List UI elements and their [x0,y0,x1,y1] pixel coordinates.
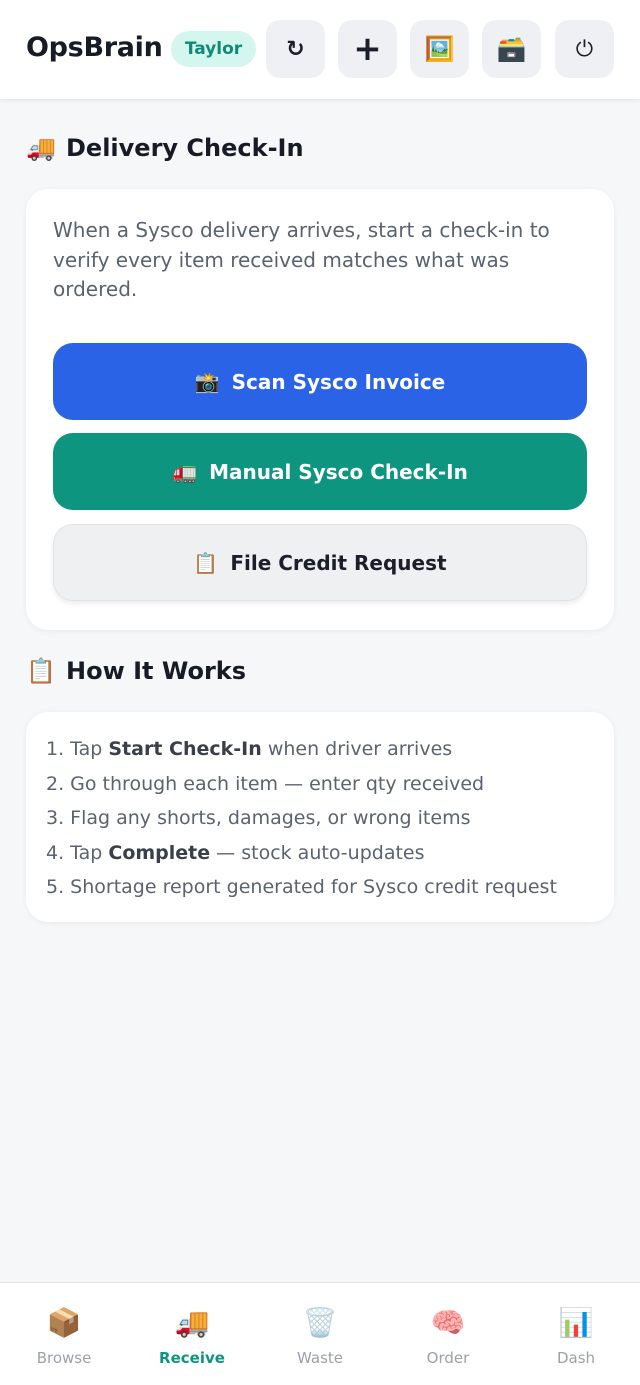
camera-icon: 📸 [194,369,220,394]
how-section-title: 📋 How It Works [26,657,246,685]
refresh-button[interactable]: ↻ [266,20,325,78]
truck-icon: 🚚 [174,1306,210,1339]
step-item: 5. Shortage report generated for Sysco c… [46,876,557,898]
logout-button[interactable]: ⏻ [555,20,614,78]
bottom-nav: 📦 Browse 🚚 Receive 🗑️ Waste 🧠 Order 📊 Da… [0,1282,640,1385]
clipboard-icon: 📋 [193,550,219,575]
nav-label: Browse [36,1349,92,1367]
file-credit-label: File Credit Request [230,550,447,575]
truck-icon: 🚚 [26,134,56,162]
nav-order[interactable]: 🧠 Order [384,1283,512,1385]
how-title-text: How It Works [66,657,247,685]
add-button[interactable]: + [338,20,397,78]
brain-icon: 🧠 [430,1306,466,1339]
scan-invoice-label: Scan Sysco Invoice [231,369,446,394]
delivery-intro: When a Sysco delivery arrives, start a c… [53,218,550,301]
archive-button[interactable]: 🗃️ [482,20,541,78]
gallery-button[interactable]: 🖼️ [410,20,469,78]
lorry-icon: 🚛 [172,459,198,484]
nav-browse[interactable]: 📦 Browse [0,1283,128,1385]
trash-icon: 🗑️ [302,1306,338,1339]
nav-receive[interactable]: 🚚 Receive [128,1283,256,1385]
delivery-card: When a Sysco delivery arrives, start a c… [26,189,614,630]
clipboard-icon: 📋 [26,657,56,685]
scan-invoice-button[interactable]: 📸 Scan Sysco Invoice [53,343,587,420]
step-item: 4. Tap Complete — stock auto-updates [46,841,425,864]
step-item: 2. Go through each item — enter qty rece… [46,772,485,795]
manual-checkin-label: Manual Sysco Check-In [209,459,468,484]
picture-icon: 🖼️ [424,35,455,63]
file-credit-button[interactable]: 📋 File Credit Request [53,524,587,601]
step-item: 1. Tap Start Check-In when driver arrive… [46,738,453,760]
app-brand: OpsBrain [26,32,163,63]
nav-waste[interactable]: 🗑️ Waste [256,1283,384,1385]
top-header: OpsBrain Taylor ↻ + 🖼️ 🗃️ ⏻ [0,0,640,100]
steps-list: 1. Tap Start Check-In when driver arrive… [46,732,557,905]
step-item: 3. Flag any shorts, damages, or wrong it… [46,807,471,829]
power-icon: ⏻ [575,36,594,62]
nav-label: Receive [159,1349,225,1367]
how-card: 1. Tap Start Check-In when driver arrive… [26,712,614,922]
user-badge[interactable]: Taylor [171,31,256,67]
card-box-icon: 🗃️ [496,35,527,63]
nav-label: Order [426,1349,470,1367]
delivery-title-text: Delivery Check-In [66,134,304,162]
refresh-icon: ↻ [286,36,305,62]
app-root: OpsBrain Taylor ↻ + 🖼️ 🗃️ ⏻ 🚚 Delivery C… [0,0,640,1385]
bar-chart-icon: 📊 [558,1306,594,1339]
delivery-section-title: 🚚 Delivery Check-In [26,134,304,162]
manual-checkin-button[interactable]: 🚛 Manual Sysco Check-In [53,433,587,510]
nav-label: Dash [556,1349,596,1367]
plus-icon: + [353,29,382,69]
nav-dash[interactable]: 📊 Dash [512,1283,640,1385]
package-icon: 📦 [46,1306,82,1339]
nav-label: Waste [297,1349,343,1367]
